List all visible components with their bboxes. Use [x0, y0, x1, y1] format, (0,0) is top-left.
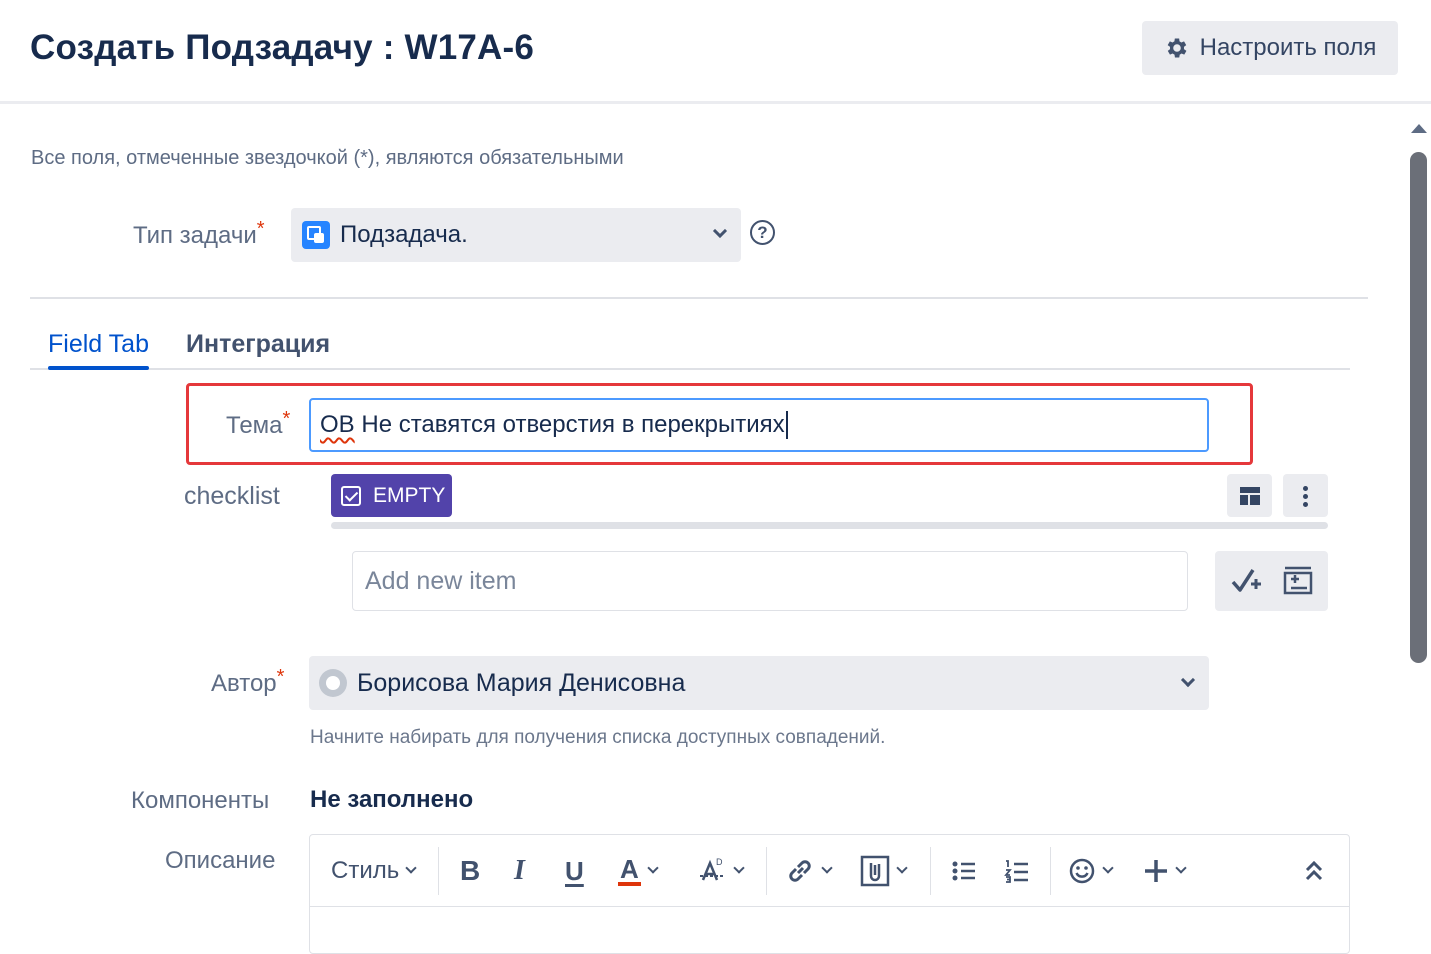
chevron-down-icon: [821, 862, 833, 874]
insert-button[interactable]: [1143, 851, 1187, 891]
toolbar-divider: [438, 847, 439, 895]
summary-label: Тема*: [226, 408, 290, 440]
issue-type-label: Тип задачи*: [133, 218, 265, 250]
bullet-list-button[interactable]: [950, 851, 978, 891]
components-label: Компоненты: [131, 787, 270, 814]
clear-format-icon: D: [700, 857, 723, 881]
chevron-down-icon: [712, 223, 728, 239]
chevron-down-icon: [733, 862, 745, 874]
emoji-button[interactable]: [1068, 851, 1114, 891]
chevron-double-up-icon: [1305, 860, 1323, 881]
emoji-icon: [1069, 858, 1095, 884]
subtask-icon: [302, 221, 330, 249]
dialog-header: Создать Подзадачу : W17A-6 Настроить пол…: [0, 0, 1431, 104]
toolbar-divider: [930, 847, 931, 895]
configure-fields-label: Настроить поля: [1199, 34, 1377, 61]
attachment-icon: [860, 855, 890, 887]
description-label: Описание: [165, 847, 276, 874]
plus-icon: [1145, 860, 1167, 882]
add-item-actions: [1215, 551, 1328, 611]
required-asterisk: *: [282, 408, 291, 430]
attachment-button[interactable]: [860, 851, 908, 891]
checklist-progress-bar: [331, 522, 1328, 529]
italic-icon: I: [514, 855, 525, 886]
toolbar-divider: [1050, 847, 1051, 895]
active-tab-indicator: [48, 366, 149, 370]
components-value: Не заполнено: [310, 786, 474, 813]
scrollbar-thumb[interactable]: [1410, 152, 1427, 663]
numbered-list-button[interactable]: [1003, 851, 1031, 891]
layout-icon: [1240, 487, 1260, 505]
issue-type-value: Подзадача.: [340, 221, 468, 248]
text-caret: [785, 411, 788, 439]
issue-type-label-text: Тип задачи: [133, 222, 257, 249]
summary-value-prefix: ОВ: [320, 411, 355, 438]
editor-toolbar: Стиль B I U A D: [310, 835, 1349, 907]
underline-button[interactable]: U: [565, 851, 584, 891]
checklist-badge-text: EMPTY: [373, 483, 446, 507]
author-hint: Начните набирать для получения списка до…: [310, 727, 886, 748]
underline-icon: U: [565, 855, 584, 886]
page-title: Создать Подзадачу : W17A-6: [30, 28, 535, 67]
toolbar-divider: [766, 847, 767, 895]
avatar: [319, 669, 347, 697]
bold-button[interactable]: B: [460, 851, 480, 891]
text-color-icon: A: [618, 854, 641, 886]
summary-value-rest: Не ставятся отверстия в перекрытиях: [354, 411, 785, 438]
help-icon[interactable]: ?: [750, 220, 775, 245]
text-style-dropdown[interactable]: Стиль: [331, 851, 417, 891]
more-vertical-icon: [1303, 486, 1308, 507]
link-button[interactable]: [785, 851, 833, 891]
bold-icon: B: [460, 855, 481, 886]
checklist-layout-button[interactable]: [1227, 474, 1272, 517]
tab-integration[interactable]: Интеграция: [186, 330, 330, 359]
description-editor[interactable]: Стиль B I U A D: [309, 834, 1350, 954]
chevron-down-icon: [896, 862, 908, 874]
svg-text:D: D: [716, 857, 723, 867]
checklist-status-badge[interactable]: EMPTY: [331, 474, 452, 517]
checklist-label: checklist: [184, 482, 280, 510]
author-label: Автор*: [211, 666, 284, 698]
italic-button[interactable]: I: [514, 851, 525, 891]
section-divider: [30, 297, 1368, 299]
required-asterisk: *: [256, 218, 265, 240]
issue-type-select[interactable]: Подзадача.: [291, 208, 741, 262]
collapse-toolbar-button[interactable]: [1303, 851, 1325, 891]
checklist-more-button[interactable]: [1283, 474, 1328, 517]
chevron-down-icon: [1175, 862, 1187, 874]
scroll-up-arrow-icon[interactable]: [1411, 124, 1427, 133]
add-check-item-icon[interactable]: [1229, 564, 1263, 598]
required-fields-note: Все поля, отмеченные звездочкой (*), явл…: [31, 147, 624, 169]
gear-icon: [1167, 38, 1187, 58]
chevron-down-icon: [1102, 862, 1114, 874]
add-from-template-icon[interactable]: [1281, 564, 1315, 598]
summary-label-text: Тема: [226, 412, 283, 439]
checkbox-icon: [341, 485, 361, 506]
add-item-input[interactable]: Add new item: [352, 551, 1188, 611]
author-value: Борисова Мария Денисовна: [357, 668, 686, 697]
text-color-button[interactable]: A: [618, 851, 659, 891]
author-label-text: Автор: [211, 670, 277, 697]
summary-input[interactable]: ОВ Не ставятся отверстия в перекрытиях: [309, 398, 1209, 452]
configure-fields-button[interactable]: Настроить поля: [1142, 21, 1398, 75]
tab-field-tab[interactable]: Field Tab: [48, 330, 149, 359]
bullet-list-icon: [952, 861, 975, 881]
numbered-list-icon: [1004, 860, 1028, 883]
required-asterisk: *: [276, 666, 285, 688]
chevron-down-icon: [647, 862, 659, 874]
more-formatting-button[interactable]: D: [697, 851, 745, 891]
link-icon: [789, 860, 811, 882]
author-select[interactable]: Борисова Мария Денисовна: [309, 656, 1209, 710]
tabs-underline: [30, 368, 1350, 370]
text-style-label: Стиль: [331, 857, 400, 884]
chevron-down-icon: [405, 862, 417, 874]
